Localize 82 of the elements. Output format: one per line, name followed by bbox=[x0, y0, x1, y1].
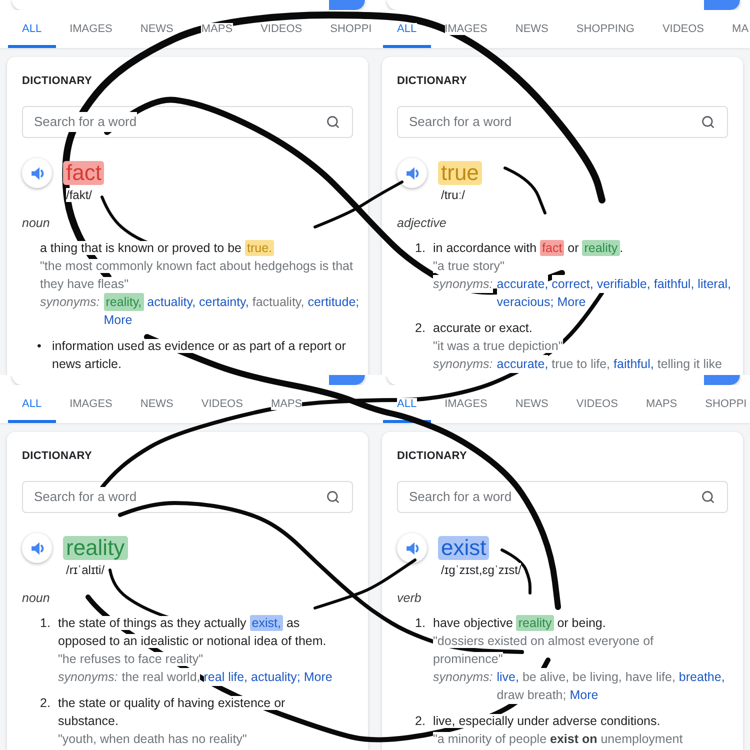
search-icon bbox=[326, 115, 340, 129]
definition-text: live, especially under adverse conditions. bbox=[433, 713, 662, 730]
pronunciation: /ɪɡˈzɪst,ɛɡˈzɪst/ bbox=[441, 563, 522, 577]
synonym-link[interactable]: accurate, bbox=[496, 355, 548, 373]
audio-button[interactable] bbox=[397, 533, 427, 563]
tab[interactable]: MAPS bbox=[632, 385, 692, 423]
tab[interactable]: ALL bbox=[8, 10, 56, 48]
example-quote: "it was a true depiction" bbox=[433, 338, 564, 355]
tab[interactable]: MAPS bbox=[256, 385, 316, 423]
example-quote: "a minority of people exist on unemployment bbox=[433, 731, 684, 748]
tab[interactable]: IMAGES bbox=[56, 10, 126, 48]
sense-number: 2. bbox=[40, 696, 50, 710]
example-quote: "dossiers existed on almost everyone of prominence" bbox=[433, 633, 655, 668]
sense-number: 1. bbox=[40, 616, 50, 630]
search-field[interactable]: Search for a word bbox=[397, 481, 728, 513]
search-button[interactable] bbox=[329, 0, 365, 10]
search-field[interactable]: Search for a word bbox=[22, 106, 353, 138]
tab[interactable]: MA bbox=[718, 10, 750, 48]
sense-number: 1. bbox=[415, 616, 426, 630]
search-button[interactable] bbox=[704, 375, 740, 385]
tab[interactable]: IMAGES bbox=[56, 385, 126, 423]
definition-text: in accordance with fact or reality . bbox=[433, 239, 624, 257]
tab[interactable]: VIDEOS bbox=[187, 385, 257, 423]
definition-text: the state of things as they actually exist, as opposed to an idealistic or notional idea of them. bbox=[58, 614, 328, 650]
synonym-link[interactable]: correct, bbox=[552, 275, 594, 293]
headword: fact bbox=[63, 161, 104, 185]
pronunciation: /rɪˈalɪti/ bbox=[66, 563, 105, 577]
tab[interactable]: SHOPPI bbox=[316, 10, 375, 48]
speaker-icon bbox=[406, 166, 418, 180]
search-button[interactable] bbox=[329, 375, 365, 385]
highlighted-word: true. bbox=[245, 240, 274, 256]
headword: true bbox=[438, 161, 482, 185]
search-field[interactable]: Search for a word bbox=[22, 481, 353, 513]
sense-number: 2. bbox=[415, 714, 426, 728]
pronunciation: /truː/ bbox=[441, 188, 466, 202]
synonym-text: the real world, bbox=[122, 668, 200, 686]
synonym-text: draw breath; bbox=[496, 686, 566, 704]
example-quote: "he refuses to face reality" bbox=[58, 651, 204, 668]
tab[interactable]: IMAGES bbox=[430, 10, 502, 48]
search-icon bbox=[326, 490, 340, 504]
speaker-icon bbox=[30, 166, 44, 180]
tab[interactable]: MAPS bbox=[187, 10, 247, 48]
synonym-link[interactable]: veracious; bbox=[496, 293, 554, 311]
tab[interactable]: VIDEOS bbox=[562, 385, 632, 423]
definition-text: a thing that is known or proved to be true. bbox=[40, 239, 276, 257]
sense-number: 1. bbox=[415, 241, 426, 255]
tab[interactable]: ALL bbox=[383, 385, 431, 423]
speaker-icon bbox=[406, 542, 418, 554]
headword: exist bbox=[438, 536, 490, 560]
highlighted-word: exist, bbox=[250, 615, 283, 631]
sense-number: 2. bbox=[415, 321, 426, 335]
synonym-text: be alive, bbox=[522, 668, 570, 686]
tab[interactable]: NEWS bbox=[501, 10, 562, 48]
search-icon bbox=[701, 115, 715, 129]
tab[interactable]: IMAGES bbox=[430, 385, 502, 423]
example-quote: "youth, when death has no reality" bbox=[58, 731, 248, 748]
highlighted-word: fact bbox=[540, 240, 564, 256]
tab[interactable]: VIDEOS bbox=[648, 10, 718, 48]
search-icon bbox=[701, 490, 715, 504]
headword: reality bbox=[63, 536, 128, 560]
tab[interactable]: NEWS bbox=[501, 385, 562, 423]
tab[interactable]: ALL bbox=[383, 10, 431, 48]
tab[interactable]: SHOPPING bbox=[562, 10, 648, 48]
definition-text: have objective reality or being. bbox=[433, 614, 607, 632]
tab[interactable]: ALL bbox=[8, 385, 56, 423]
example-quote: "the most commonly known fact about hedgehogs is that they have fleas" bbox=[40, 258, 354, 293]
synonym-link[interactable]: accurate, bbox=[496, 275, 548, 293]
synonyms-label: synonyms: bbox=[433, 275, 493, 293]
highlighted-word: reality bbox=[516, 615, 554, 631]
part-of-speech: adjective bbox=[397, 215, 446, 231]
search-field[interactable]: Search for a word bbox=[397, 106, 728, 138]
example-quote: "a true story" bbox=[433, 258, 506, 275]
synonym-link[interactable]: reality, bbox=[104, 293, 144, 311]
highlighted-word: reality bbox=[582, 240, 620, 256]
pronunciation: /fakt/ bbox=[66, 188, 92, 202]
tab[interactable]: VIDEOS bbox=[246, 10, 316, 48]
audio-button[interactable] bbox=[397, 158, 427, 188]
tab[interactable]: SHOPPI bbox=[691, 385, 750, 423]
speaker-icon bbox=[30, 542, 44, 554]
tab[interactable]: NEWS bbox=[126, 385, 188, 423]
search-button[interactable] bbox=[704, 0, 740, 10]
tab[interactable]: NEWS bbox=[126, 10, 188, 48]
